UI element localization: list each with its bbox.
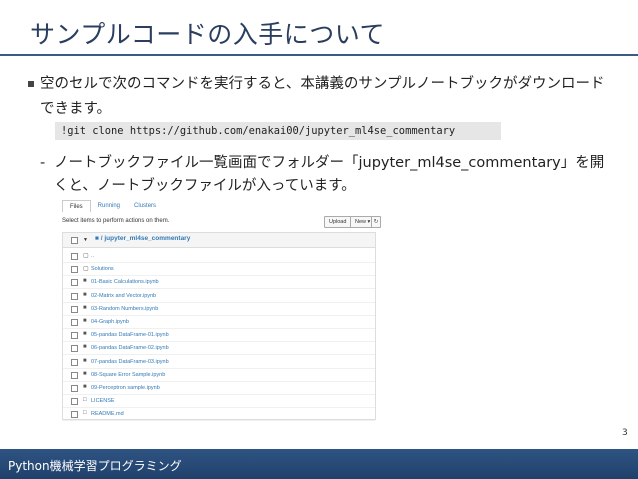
list-item[interactable]: ■ 06-pandas DataFrame-02.ipynb — [63, 342, 375, 356]
list-item[interactable]: ■ 07-pandas DataFrame-03.ipynb — [63, 356, 375, 369]
tab-running[interactable]: Running — [91, 200, 127, 212]
bullet-item: 空のセルで次のコマンドを実行すると、本講義のサンプルノートブックがダウンロードで… — [28, 72, 610, 122]
file-name-link[interactable]: 07-pandas DataFrame-03.ipynb — [91, 359, 169, 365]
slide-title: サンプルコードの入手について — [30, 20, 386, 49]
file-icon: □ — [83, 410, 87, 417]
select-all-checkbox[interactable] — [71, 237, 78, 244]
footer-text: Python機械学習プログラミング — [8, 459, 182, 473]
file-icon: ■ — [83, 304, 87, 311]
square-bullet-icon — [28, 81, 34, 87]
row-checkbox[interactable] — [71, 385, 78, 392]
file-name-link[interactable]: 06-pandas DataFrame-02.ipynb — [91, 345, 169, 351]
tab-clusters[interactable]: Clusters — [127, 200, 163, 212]
file-icon: ■ — [83, 384, 87, 390]
dash-bullet-icon: - — [40, 155, 46, 171]
list-item[interactable]: ▢ Solutions — [63, 263, 375, 277]
list-item[interactable]: ■ 05-pandas DataFrame-01.ipynb — [63, 329, 375, 343]
file-icon: □ — [83, 397, 87, 404]
file-icon: ■ — [83, 370, 87, 377]
list-item[interactable]: ■ 01-Basic Calculations.ipynb — [63, 276, 375, 290]
file-icon: ▢ — [83, 253, 89, 259]
row-checkbox[interactable] — [71, 371, 78, 379]
chevron-down-icon[interactable]: ▼ — [83, 237, 88, 243]
tab-files[interactable]: Files — [62, 200, 91, 212]
file-icon: ■ — [83, 291, 87, 298]
title-divider — [0, 54, 638, 56]
jupyter-file-browser-screenshot: Files Running Clusters Select items to p… — [60, 200, 381, 422]
list-item[interactable]: □ LICENSE — [63, 395, 375, 409]
list-item[interactable]: ■ 09-Perceptron sample.ipynb — [63, 382, 375, 395]
sub-bullet-text: ノートブックファイル一覧画面でフォルダー「jupyter_ml4se_comme… — [54, 155, 605, 194]
file-icon: ■ — [83, 318, 87, 324]
list-item[interactable]: ■ 02-Matrix and Vector.ipynb — [63, 290, 375, 303]
row-checkbox[interactable] — [71, 319, 78, 326]
row-checkbox[interactable] — [71, 253, 78, 260]
file-name-link[interactable]: 01-Basic Calculations.ipynb — [91, 279, 159, 285]
slide: サンプルコードの入手について 空のセルで次のコマンドを実行すると、本講義のサンプ… — [0, 0, 638, 479]
row-checkbox[interactable] — [71, 398, 78, 406]
row-checkbox[interactable] — [71, 279, 78, 287]
file-name-link[interactable]: LICENSE — [91, 398, 115, 404]
row-checkbox[interactable] — [71, 345, 78, 353]
row-checkbox[interactable] — [71, 292, 78, 300]
file-icon: ■ — [83, 357, 87, 364]
row-checkbox[interactable] — [71, 305, 78, 313]
row-checkbox[interactable] — [71, 358, 78, 366]
list-item[interactable]: ■ 03-Random Numbers.ipynb — [63, 303, 375, 316]
file-name-link[interactable]: Solutions — [91, 266, 114, 272]
file-name-link[interactable]: 09-Perceptron sample.ipynb — [91, 385, 160, 391]
refresh-icon[interactable]: ↻ — [371, 216, 381, 228]
file-name-link[interactable]: 02-Matrix and Vector.ipynb — [91, 293, 156, 299]
row-checkbox[interactable] — [71, 266, 78, 274]
file-icon: ■ — [83, 331, 87, 338]
file-name-link[interactable]: 03-Random Numbers.ipynb — [91, 306, 158, 312]
file-name-link[interactable]: .. — [91, 253, 94, 259]
file-name-link[interactable]: README.md — [91, 411, 124, 417]
list-item[interactable]: ■ 04-Graph.ipynb — [63, 316, 375, 329]
page-number: 3 — [622, 428, 628, 438]
list-item[interactable]: □ README.md — [63, 408, 375, 422]
list-item[interactable]: ▢.. — [63, 250, 375, 263]
select-hint-text: Select items to perform actions on them. — [62, 218, 170, 224]
file-icon: ■ — [83, 344, 87, 351]
file-name-link[interactable]: 04-Graph.ipynb — [91, 319, 129, 325]
row-checkbox[interactable] — [71, 411, 78, 419]
jupyter-tabs: Files Running Clusters — [62, 200, 163, 212]
footer-bar: Python機械学習プログラミング — [0, 449, 638, 479]
breadcrumb[interactable]: ■ / jupyter_ml4se_commentary — [95, 235, 190, 242]
file-name-link[interactable]: 08-Square Error Sample.ipynb — [91, 372, 165, 378]
sub-bullet-item: - ノートブックファイル一覧画面でフォルダー「jupyter_ml4se_com… — [40, 152, 614, 198]
command-code-box: !git clone https://github.com/enakai00/j… — [55, 122, 501, 140]
list-item[interactable]: ■ 08-Square Error Sample.ipynb — [63, 369, 375, 382]
file-name-link[interactable]: 05-pandas DataFrame-01.ipynb — [91, 332, 169, 338]
bullet-text: 空のセルで次のコマンドを実行すると、本講義のサンプルノートブックがダウンロードで… — [40, 76, 605, 117]
file-icon: ■ — [83, 278, 87, 285]
file-list: ▼ ■ / jupyter_ml4se_commentary ▢.. ▢ Solut… — [62, 232, 376, 422]
file-icon: ▢ — [83, 266, 89, 273]
row-checkbox[interactable] — [71, 332, 78, 340]
file-list-header: ▼ ■ / jupyter_ml4se_commentary — [63, 233, 375, 248]
upload-button[interactable]: Upload — [324, 216, 352, 228]
